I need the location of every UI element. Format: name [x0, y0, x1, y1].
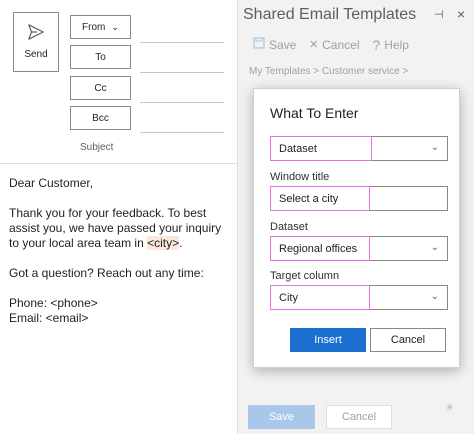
cc-label: Cc: [94, 82, 107, 94]
chevron-down-icon: ⌄: [430, 291, 439, 302]
cancel-button[interactable]: Cancel: [370, 328, 446, 352]
type-dropdown-value: Dataset: [270, 136, 372, 161]
dataset-dropdown[interactable]: Regional offices ⌄: [270, 236, 448, 261]
pane-bottom-actions: Save Cancel: [248, 405, 403, 429]
toolbar-cancel-button[interactable]: × Cancel: [309, 36, 359, 53]
cc-button[interactable]: Cc: [70, 76, 131, 100]
dataset-label: Dataset: [270, 221, 308, 233]
chevron-down-icon: ⌄: [111, 21, 119, 32]
brand-logo: ❀: [446, 402, 454, 412]
toolbar-help-button[interactable]: ? Help: [372, 37, 408, 53]
pane-toolbar: Save × Cancel ? Help: [253, 36, 422, 53]
target-column-dropdown[interactable]: City ⌄: [270, 285, 448, 310]
body-phone-line: Phone: <phone>: [9, 296, 98, 310]
pane-save-button[interactable]: Save: [248, 405, 315, 429]
chevron-down-icon: ⌄: [430, 142, 439, 153]
type-dropdown[interactable]: Dataset ⌄: [270, 136, 448, 161]
to-label: To: [95, 51, 106, 63]
compose-pane: Send From ⌄ To Cc Bcc Subject Dear Custo…: [0, 0, 237, 434]
pin-icon[interactable]: ⊣: [434, 8, 444, 21]
toolbar-help-label: Help: [384, 37, 409, 52]
body-email-line: Email: <email>: [9, 311, 89, 325]
body-para1-text: Thank you for your feedback. To best ass…: [9, 206, 222, 250]
save-icon: [253, 37, 265, 52]
what-to-enter-dialog: What To Enter Dataset ⌄ Window title Dat…: [253, 88, 460, 368]
help-icon: ?: [372, 36, 381, 53]
window-title-label: Window title: [270, 171, 330, 183]
to-button[interactable]: To: [70, 45, 131, 69]
body-greeting: Dear Customer,: [9, 176, 94, 190]
send-icon: [28, 24, 44, 40]
toolbar-cancel-label: Cancel: [322, 37, 360, 52]
body-para1-end: .: [179, 236, 183, 250]
bcc-field[interactable]: [140, 132, 224, 133]
send-label: Send: [24, 49, 48, 60]
pane-title: Shared Email Templates: [243, 6, 417, 23]
cancel-x-icon: ×: [309, 36, 319, 53]
target-column-dropdown-value: City: [270, 285, 370, 310]
to-field[interactable]: [140, 72, 224, 73]
compose-divider: [0, 163, 237, 164]
city-placeholder: <city>: [147, 236, 180, 250]
chevron-down-icon: ⌄: [430, 242, 439, 253]
dataset-dropdown-value: Regional offices: [270, 236, 370, 261]
bcc-label: Bcc: [92, 112, 109, 124]
toolbar-save-button[interactable]: Save: [253, 37, 296, 52]
cc-field[interactable]: [140, 102, 224, 103]
from-button[interactable]: From ⌄: [70, 15, 131, 39]
from-label: From: [82, 21, 106, 33]
close-icon[interactable]: ×: [457, 6, 465, 22]
bcc-button[interactable]: Bcc: [70, 106, 131, 130]
breadcrumb[interactable]: My Templates > Customer service >: [249, 66, 408, 77]
target-column-label: Target column: [270, 270, 340, 282]
send-button[interactable]: Send: [13, 12, 59, 72]
subject-field[interactable]: Subject: [80, 142, 113, 153]
body-paragraph-1: Thank you for your feedback. To best ass…: [9, 206, 231, 251]
pane-cancel-button[interactable]: Cancel: [326, 405, 392, 429]
body-paragraph-2: Got a question? Reach out any time:: [9, 266, 204, 280]
window-title-input[interactable]: [270, 186, 370, 211]
insert-button[interactable]: Insert: [290, 328, 366, 352]
window-title-field[interactable]: [270, 186, 448, 211]
message-body[interactable]: Dear Customer, Thank you for your feedba…: [9, 176, 231, 326]
from-field-line: [140, 42, 224, 43]
toolbar-save-label: Save: [269, 37, 297, 52]
dialog-title: What To Enter: [270, 105, 359, 121]
